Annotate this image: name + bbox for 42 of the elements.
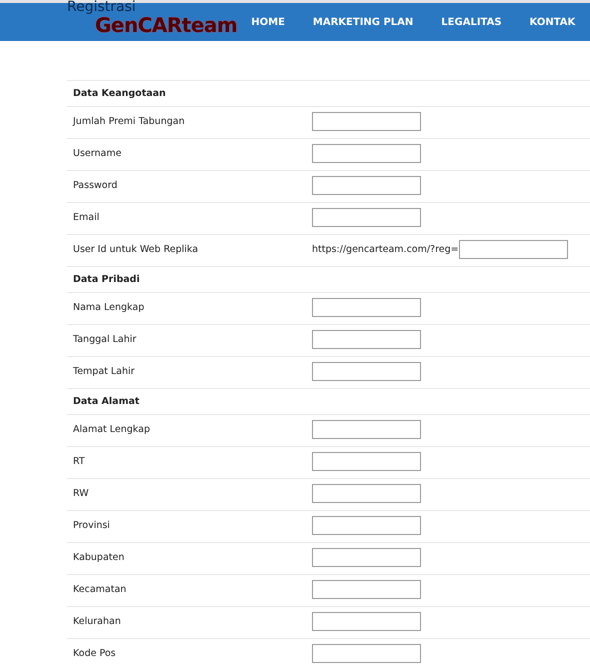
site-logo[interactable]: GenCARteam: [95, 13, 238, 37]
input-field[interactable]: [312, 612, 421, 631]
field-label: Username: [73, 147, 122, 159]
section-heading: Data Alamat: [73, 396, 140, 407]
nav-link[interactable]: KONTAK: [516, 16, 590, 28]
input-field[interactable]: [312, 330, 421, 349]
field-label: RT: [73, 455, 86, 467]
section-heading: Data Keangotaan: [73, 88, 166, 99]
field-label: Password: [73, 179, 118, 191]
field-label: Kode Pos: [73, 647, 117, 659]
input-field[interactable]: [312, 516, 421, 535]
input-field[interactable]: [312, 452, 421, 471]
input-field[interactable]: [312, 298, 421, 317]
field-label: Kelurahan: [73, 615, 122, 627]
input-field[interactable]: [312, 112, 421, 131]
input-field[interactable]: [312, 362, 421, 381]
field-label: Kecamatan: [73, 583, 128, 595]
field-label: Kabupaten: [73, 551, 126, 563]
input-field[interactable]: [312, 208, 421, 227]
input-field[interactable]: [312, 144, 421, 163]
input-field[interactable]: [312, 420, 421, 439]
field-label: Tempat Lahir: [73, 365, 136, 377]
input-field[interactable]: [312, 644, 421, 663]
section-heading: Data Pribadi: [73, 274, 140, 285]
input-field[interactable]: [312, 484, 421, 503]
field-label: Email: [73, 211, 100, 223]
url-prefix: https://gencarteam.com/?reg=: [312, 244, 459, 255]
input-field[interactable]: [458, 240, 568, 259]
field-label: Tanggal Lahir: [73, 333, 138, 345]
field-label: Nama Lengkap: [73, 301, 146, 313]
input-field[interactable]: [312, 176, 421, 195]
nav-link[interactable]: MARKETING PLAN: [298, 16, 428, 28]
input-field[interactable]: [312, 548, 421, 567]
field-label: User Id untuk Web Replika: [73, 243, 200, 255]
field-label: Jumlah Premi Tabungan: [73, 115, 186, 127]
field-label: RW: [73, 487, 90, 499]
input-field[interactable]: [312, 580, 421, 599]
nav-link[interactable]: HOME: [237, 16, 299, 28]
page-title: Registrasi: [67, 0, 136, 15]
field-label: Provinsi: [73, 519, 111, 531]
field-label: Alamat Lengkap: [73, 423, 151, 435]
nav-link[interactable]: LEGALITAS: [427, 16, 516, 28]
